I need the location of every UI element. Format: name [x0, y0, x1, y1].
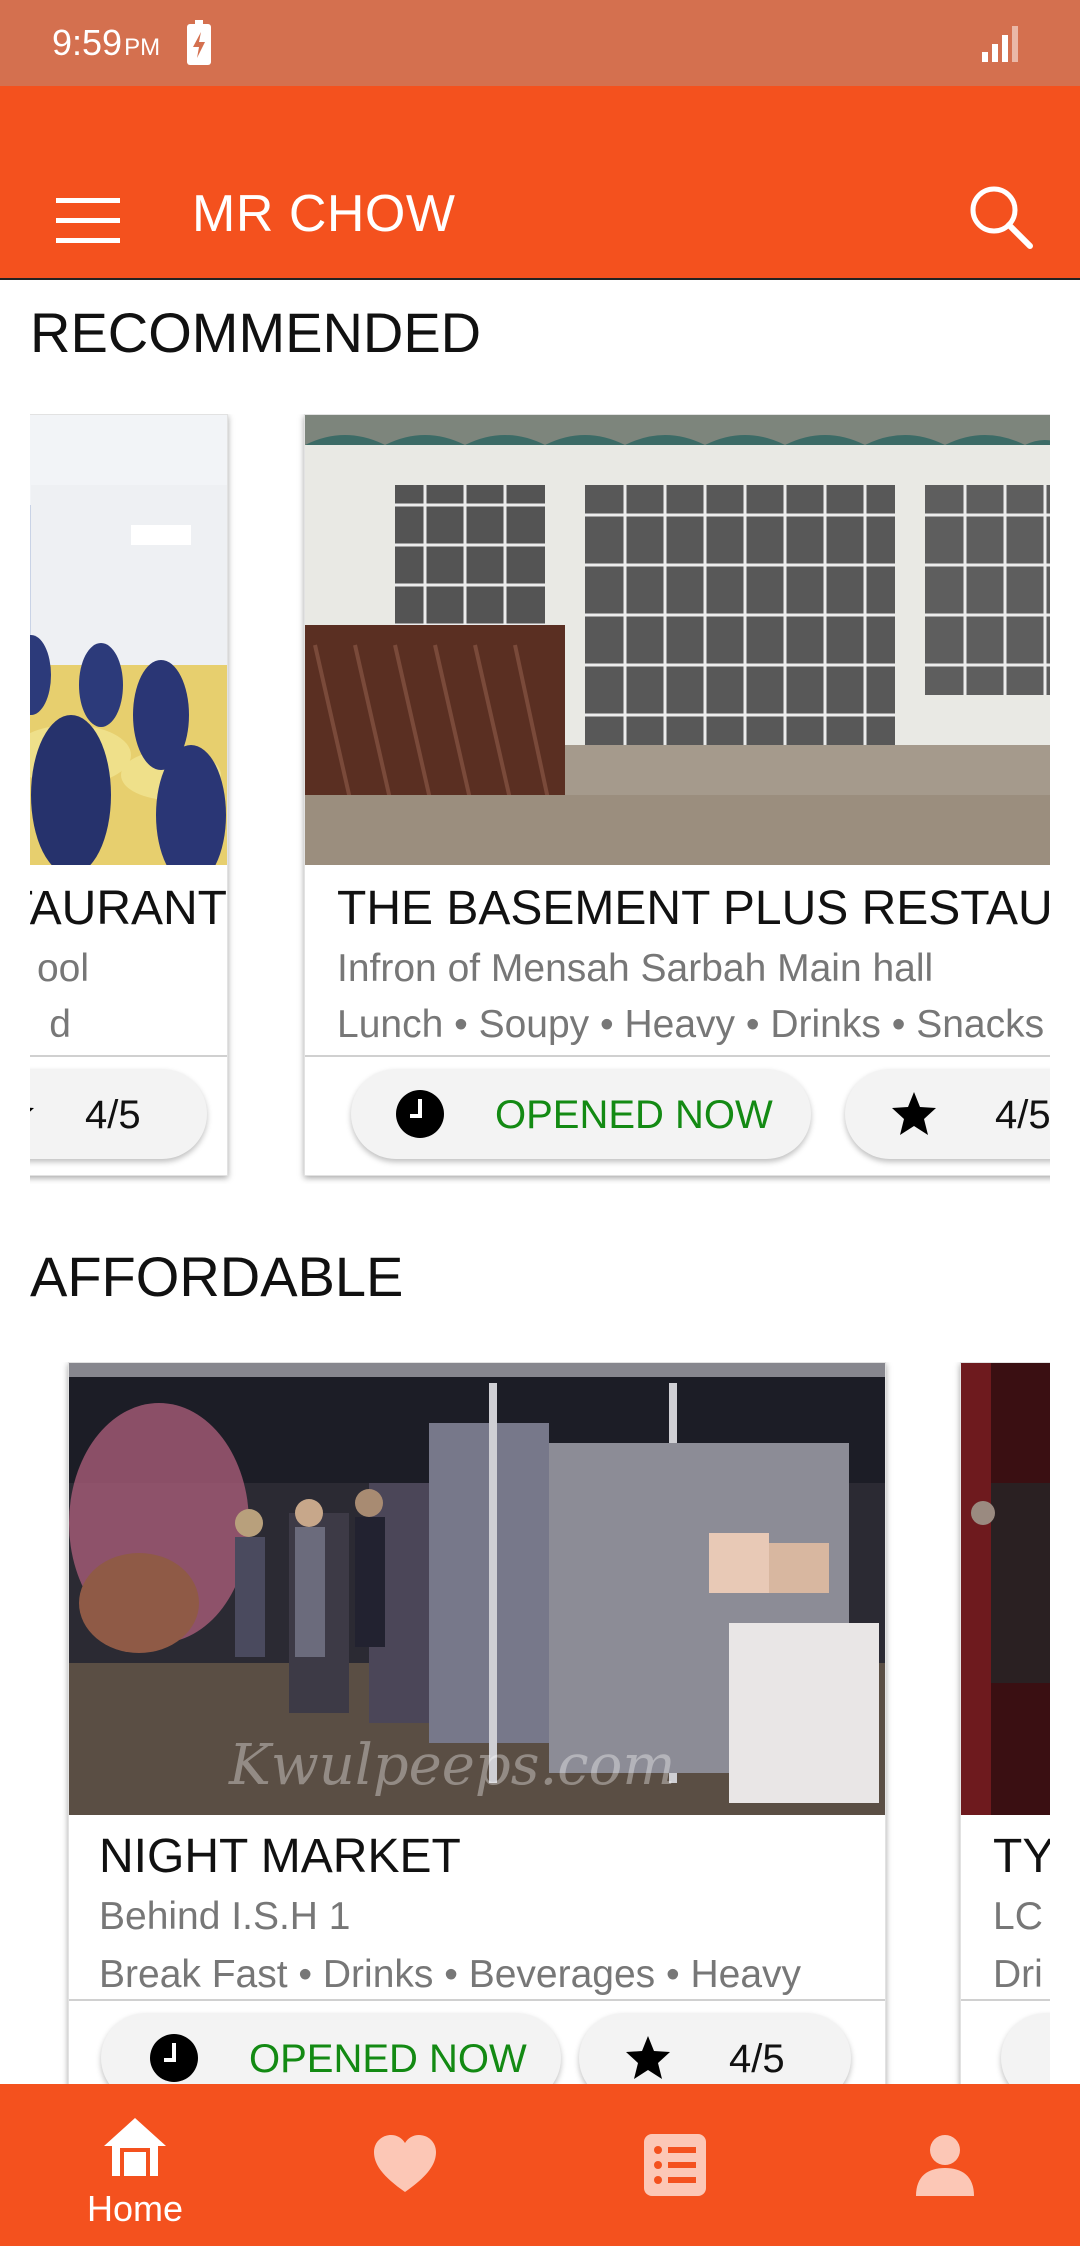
card-divider [69, 1999, 885, 2001]
restaurant-tags: d [49, 1003, 71, 1046]
restaurant-location: ool [36, 947, 89, 990]
restaurant-name: NIGHT MARKET [99, 1830, 461, 1883]
restaurant-card-partial-next[interactable]: TY LC Dri [960, 1362, 1050, 2084]
recommended-carousel[interactable]: TAURANT ool d 4/5 [30, 414, 1050, 1184]
profile-icon [916, 2135, 974, 2196]
card-divider [30, 1055, 227, 1057]
restaurant-name: TY [993, 1830, 1050, 1883]
restaurant-tags: Dri [993, 1953, 1043, 1996]
signal-icon [982, 26, 1018, 62]
rating-pill[interactable]: 4/5 [579, 2013, 851, 2084]
nav-item-list[interactable] [540, 2084, 810, 2246]
nav-item-home[interactable]: Home [0, 2084, 270, 2246]
nav-item-favorites[interactable] [270, 2084, 540, 2246]
restaurant-card-basement[interactable]: THE BASEMENT PLUS RESTAUR Infron of Mens… [304, 414, 1050, 1176]
restaurant-card-partial[interactable]: TAURANT ool d 4/5 [30, 414, 228, 1176]
nav-item-profile[interactable] [810, 2084, 1080, 2246]
restaurant-name: TAURANT [30, 882, 227, 935]
clock-icon [150, 2034, 198, 2082]
bottom-navigation: Home [0, 2084, 1080, 2246]
restaurant-location: Infron of Mensah Sarbah Main hall [337, 947, 934, 990]
card-divider [961, 1999, 1050, 2001]
status-time: 9:59PM [52, 22, 160, 64]
opened-status-text: OPENED NOW [249, 2037, 527, 2081]
restaurant-name: THE BASEMENT PLUS RESTAUR [337, 882, 1050, 935]
rating-value: 4/5 [729, 2037, 785, 2081]
section-title-affordable: AFFORDABLE [30, 1245, 404, 1308]
app-bar: MR CHOW [0, 86, 1080, 280]
clock-icon [396, 1090, 444, 1138]
restaurant-photo: Kwulpeeps.com [69, 1363, 885, 1815]
star-icon [626, 2036, 670, 2079]
rating-pill[interactable]: 4/5 [845, 1069, 1050, 1159]
app-title: MR CHOW [192, 185, 456, 243]
search-icon[interactable] [966, 182, 1036, 252]
rating-value: 4/5 [85, 1093, 141, 1137]
list-icon [644, 2134, 706, 2196]
opened-status-text: OPENED NOW [495, 1093, 773, 1137]
restaurant-card-night-market[interactable]: Kwulpeeps.com NIGHT MARKET Behind I.S.H … [68, 1362, 886, 2084]
section-title-recommended: RECOMMENDED [30, 301, 482, 364]
restaurant-location: LC [993, 1895, 1043, 1938]
status-time-ampm: PM [124, 34, 161, 61]
rating-pill[interactable]: 4/5 [30, 1069, 207, 1159]
status-bar: 9:59PM [0, 0, 1080, 86]
home-icon [104, 2118, 166, 2176]
rating-value: 4/5 [995, 1093, 1050, 1137]
heart-icon [374, 2135, 436, 2192]
nav-label-home: Home [86, 2188, 184, 2229]
opened-status-pill[interactable]: OPENED NOW [351, 1069, 811, 1159]
restaurant-tags: Break Fast • Drinks • Beverages • Heavy [99, 1953, 802, 1996]
opened-status-pill[interactable] [1001, 2013, 1050, 2084]
restaurant-photo [305, 415, 1050, 865]
restaurant-photo [961, 1363, 1050, 1815]
card-divider [305, 1055, 1050, 1057]
star-icon [30, 1107, 34, 1112]
battery-charging-icon [187, 20, 211, 65]
status-time-value: 9:59 [52, 22, 123, 63]
restaurant-photo [30, 415, 227, 865]
photo-watermark: Kwulpeeps.com [229, 1733, 676, 1798]
restaurant-tags: Lunch • Soupy • Heavy • Drinks • Snacks [337, 1003, 1045, 1046]
star-icon [892, 1092, 936, 1135]
opened-status-pill[interactable]: OPENED NOW [101, 2013, 561, 2084]
restaurant-location: Behind I.S.H 1 [99, 1895, 351, 1938]
affordable-carousel[interactable]: Kwulpeeps.com NIGHT MARKET Behind I.S.H … [30, 1362, 1050, 2084]
hamburger-menu-icon[interactable] [52, 190, 124, 250]
